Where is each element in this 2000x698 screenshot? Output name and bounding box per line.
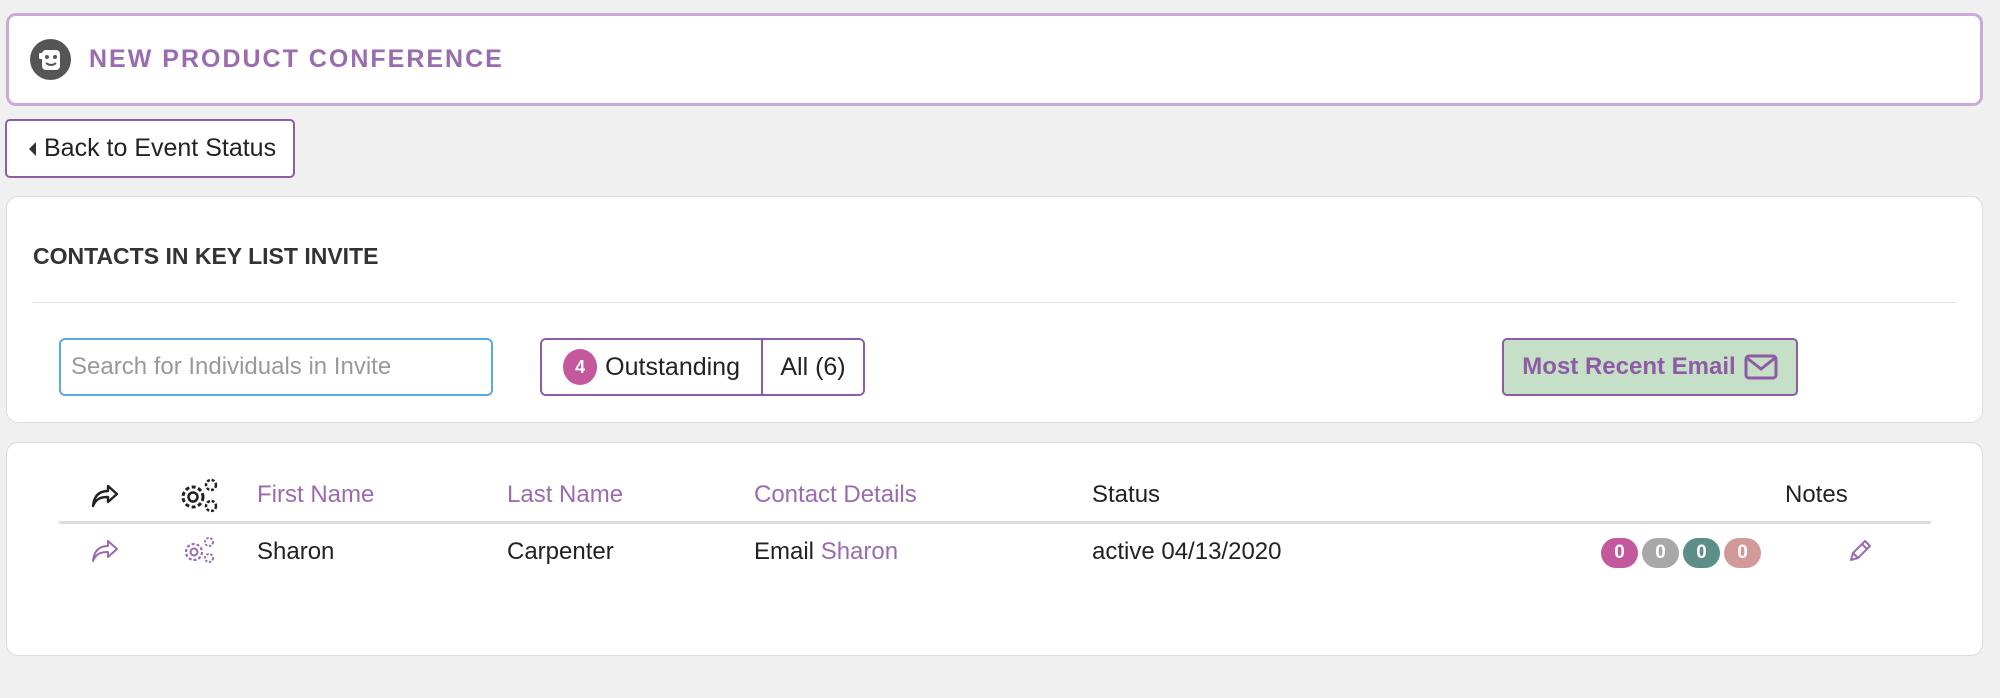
status-cell: active 04/13/2020 — [1092, 538, 1282, 565]
last-name-cell: Carpenter — [507, 538, 614, 565]
most-recent-email-button[interactable]: Most Recent Email — [1502, 338, 1798, 396]
share-icon[interactable] — [85, 479, 125, 513]
first-name-header[interactable]: First Name — [257, 481, 374, 509]
share-icon[interactable] — [85, 535, 125, 567]
filter-outstanding-button[interactable]: 4 Outstanding — [542, 340, 761, 394]
contact-details-header[interactable]: Contact Details — [754, 481, 917, 509]
search-input[interactable] — [59, 338, 493, 396]
outstanding-count-badge: 4 — [563, 349, 598, 385]
back-to-event-status-button[interactable]: Back to Event Status — [5, 119, 295, 178]
gears-icon[interactable] — [175, 476, 223, 514]
filter-all-button[interactable]: All (6) — [761, 340, 863, 394]
header-divider — [59, 521, 1931, 524]
envelope-icon — [1744, 354, 1778, 380]
first-name-cell: Sharon — [257, 538, 335, 565]
count-badge: 0 — [1601, 538, 1638, 568]
contacts-panel: CONTACTS IN KEY LIST INVITE 4 Outstandin… — [6, 196, 1983, 423]
most-recent-email-label: Most Recent Email — [1522, 353, 1736, 380]
count-badge: 0 — [1724, 538, 1761, 568]
last-name-header[interactable]: Last Name — [507, 481, 623, 509]
page-header: NEW PRODUCT CONFERENCE — [6, 13, 1983, 106]
back-button-label: Back to Event Status — [44, 134, 277, 162]
filter-segmented-control: 4 Outstanding All (6) — [540, 338, 865, 396]
divider — [33, 302, 1956, 303]
contact-email-link[interactable]: Sharon — [821, 538, 898, 565]
notes-header: Notes — [1785, 481, 1848, 508]
count-badge: 0 — [1642, 538, 1679, 568]
contact-details-cell: Email Sharon — [754, 538, 898, 566]
panel-title: CONTACTS IN KEY LIST INVITE — [33, 243, 379, 269]
edit-pencil-icon[interactable] — [1843, 535, 1877, 567]
contact-type: Email — [754, 538, 815, 565]
event-title: NEW PRODUCT CONFERENCE — [89, 45, 504, 73]
gears-icon[interactable] — [179, 534, 219, 566]
caret-left-icon — [29, 141, 36, 156]
count-badge: 0 — [1683, 538, 1720, 568]
outstanding-label: Outstanding — [605, 352, 740, 381]
contacts-table: First Name Last Name Contact Details Sta… — [6, 442, 1983, 656]
logo-icon — [30, 39, 71, 80]
all-label: All (6) — [780, 352, 846, 381]
status-header: Status — [1092, 481, 1161, 508]
